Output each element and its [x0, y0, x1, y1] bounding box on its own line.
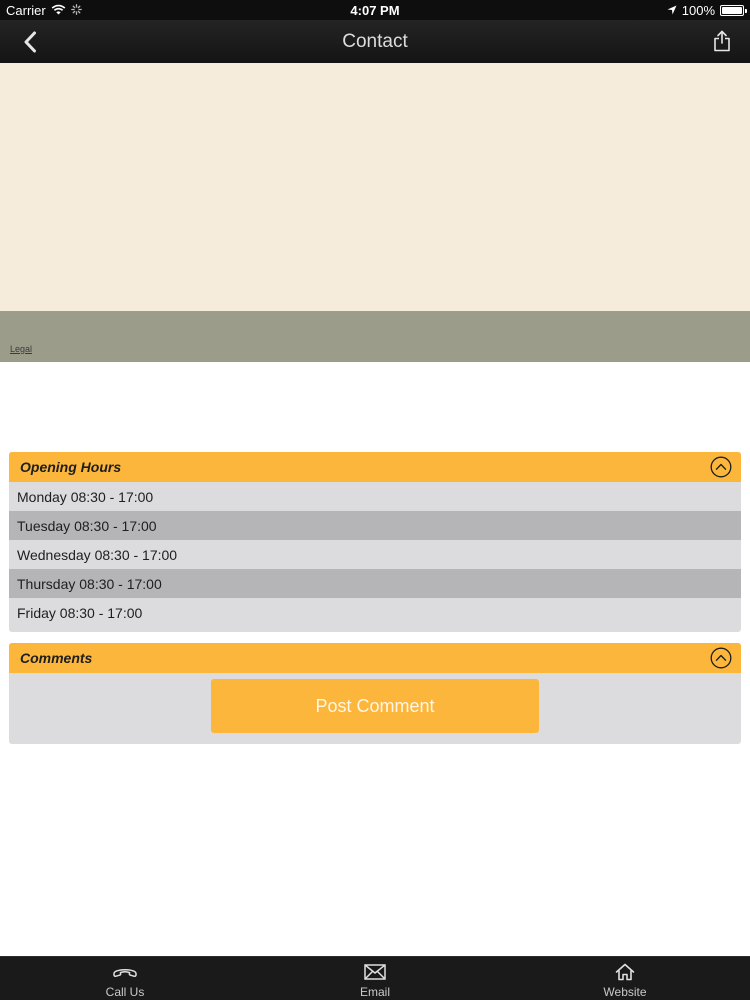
opening-hours-header[interactable]: Opening Hours — [9, 452, 741, 482]
wifi-icon — [51, 3, 66, 18]
carrier-label: Carrier — [6, 2, 46, 18]
post-comment-button[interactable]: Post Comment — [211, 679, 539, 733]
navigation-bar: Contact — [0, 20, 750, 63]
legal-link[interactable]: Legal — [10, 344, 32, 354]
battery-percent: 100% — [681, 2, 715, 18]
tab-email[interactable]: Email — [250, 957, 500, 1000]
opening-hours-list: Monday 08:30 - 17:00 Tuesday 08:30 - 17:… — [9, 482, 741, 627]
status-time: 4:07 PM — [350, 2, 400, 18]
hours-row-thursday: Thursday 08:30 - 17:00 — [9, 569, 741, 598]
envelope-icon — [364, 960, 386, 984]
status-bar: Carrier 4:07 PM 100% — [0, 0, 750, 20]
map-footer: Legal — [0, 311, 750, 362]
collapse-opening-hours-button[interactable] — [710, 456, 732, 478]
location-arrow-icon — [667, 3, 677, 18]
comments-header[interactable]: Comments — [9, 643, 741, 673]
back-button[interactable] — [16, 28, 44, 56]
hours-row-friday: Friday 08:30 - 17:00 — [17, 604, 143, 621]
tab-website[interactable]: Website — [500, 957, 750, 1000]
tab-website-label: Website — [603, 985, 647, 999]
map-view[interactable] — [0, 63, 750, 311]
opening-hours-panel: Opening Hours Monday 08:30 - 17:00 Tuesd… — [9, 452, 741, 632]
collapse-comments-button[interactable] — [710, 647, 732, 669]
share-icon — [714, 30, 730, 52]
share-button[interactable] — [708, 27, 736, 55]
comments-panel: Comments Post Comment — [9, 643, 741, 744]
tab-email-label: Email — [359, 985, 390, 999]
phone-icon — [112, 960, 138, 984]
home-icon — [615, 960, 635, 984]
activity-spinner-icon — [70, 3, 82, 18]
hours-row-monday: Monday 08:30 - 17:00 — [17, 488, 154, 505]
battery-icon — [720, 4, 747, 16]
bottom-tab-bar: Call Us Email Website — [0, 956, 750, 1000]
tab-call-us-label: Call Us — [105, 985, 145, 999]
back-chevron-icon — [24, 31, 36, 53]
opening-hours-title: Opening Hours — [20, 459, 122, 475]
page-title: Contact — [342, 30, 408, 52]
tab-call-us[interactable]: Call Us — [0, 957, 250, 1000]
chevron-up-circle-icon — [710, 456, 732, 478]
hours-row-wednesday: Wednesday 08:30 - 17:00 — [17, 546, 178, 563]
hours-row-tuesday: Tuesday 08:30 - 17:00 — [9, 511, 741, 540]
battery-level — [722, 6, 742, 14]
status-right: 100% — [494, 2, 747, 18]
chevron-up-circle-icon — [710, 647, 732, 669]
status-left: Carrier — [6, 3, 256, 18]
comments-title: Comments — [20, 650, 93, 666]
